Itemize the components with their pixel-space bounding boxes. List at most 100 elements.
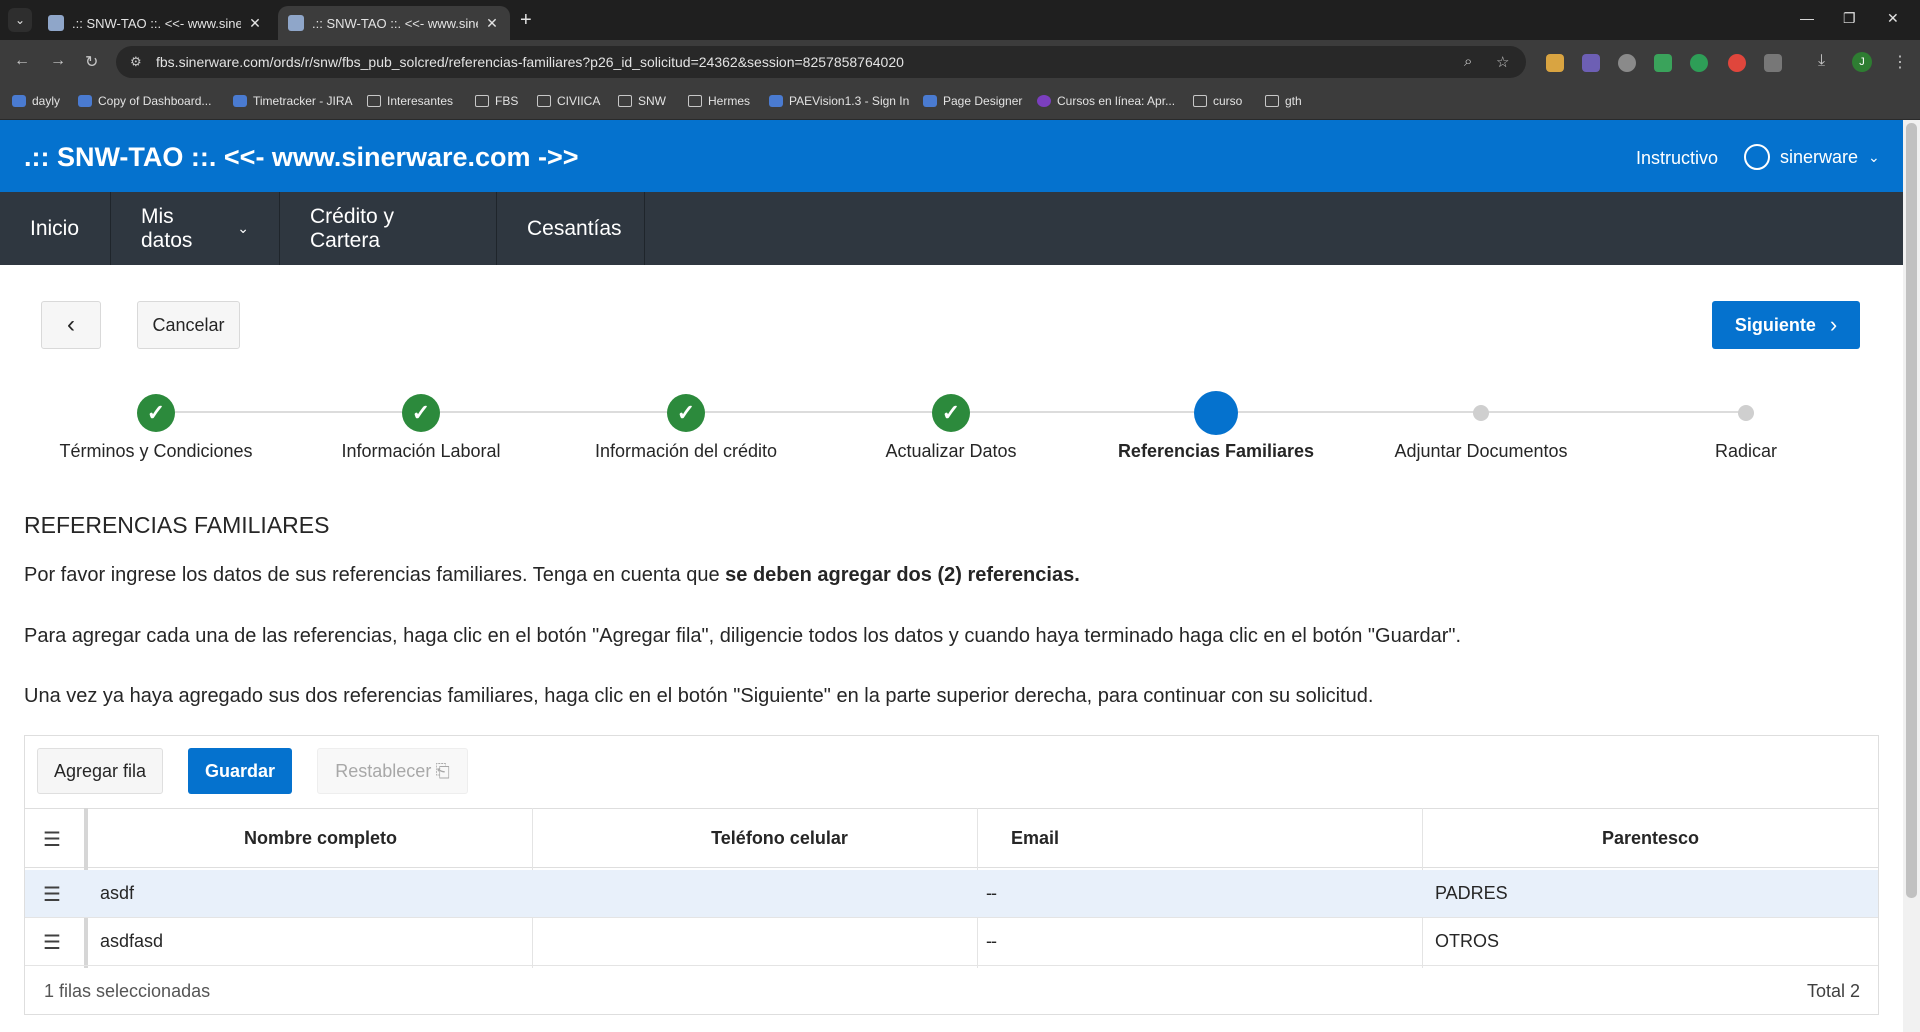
extension-icon[interactable] [1728, 54, 1746, 72]
forward-icon[interactable]: → [50, 52, 66, 70]
cell-telefono[interactable]: - [557, 870, 992, 917]
reload-icon[interactable]: ↻ [85, 52, 98, 72]
column-header-nombre[interactable]: Nombre completo [84, 809, 557, 867]
tab-search-icon[interactable]: ⌄ [8, 8, 32, 32]
user-icon [1744, 144, 1770, 170]
extension-icon[interactable] [1654, 54, 1672, 72]
bookmark-folder[interactable]: SNW [618, 94, 666, 108]
previous-button[interactable]: ‹ [41, 301, 101, 349]
profile-avatar[interactable]: J [1852, 52, 1872, 72]
chevron-down-icon: ⌄ [237, 220, 249, 236]
next-button[interactable]: Siguiente › [1712, 301, 1860, 349]
bookmark-favicon-icon [769, 95, 783, 107]
extension-icon[interactable] [1690, 54, 1708, 72]
back-icon[interactable]: ← [14, 52, 30, 70]
row-actions-menu-icon[interactable]: ☰ [42, 930, 62, 955]
bookmark-folder[interactable]: Interesantes [367, 94, 453, 108]
cell-parentesco[interactable]: PADRES [1435, 870, 1508, 917]
extension-icon[interactable] [1582, 54, 1600, 72]
folder-icon [475, 95, 489, 107]
extensions-puzzle-icon[interactable] [1764, 54, 1782, 72]
cell-telefono[interactable]: - [557, 918, 992, 965]
pending-step-marker [1738, 405, 1754, 421]
grid-footer: 1 filas seleccionadas Total 2 [25, 968, 1878, 1014]
bookmark-item[interactable]: PAEVision1.3 - Sign In [769, 94, 909, 108]
site-info-icon[interactable]: ⚙ [130, 54, 146, 70]
extension-icon[interactable] [1618, 54, 1636, 72]
wizard-step-radicar: Radicar [1636, 391, 1856, 461]
current-step-marker [1194, 391, 1238, 435]
main-menu: Inicio Mis datos ⌄ Crédito y Cartera Cesa… [0, 192, 1903, 265]
cell-parentesco[interactable]: OTROS [1435, 918, 1499, 965]
bookmark-star-icon[interactable]: ☆ [1496, 53, 1509, 71]
row-actions-menu-icon[interactable]: ☰ [42, 827, 62, 852]
bookmark-item[interactable]: Timetracker - JIRA [233, 94, 353, 108]
bookmark-item[interactable]: Cursos en línea: Apr... [1037, 94, 1175, 108]
close-tab-icon[interactable]: ✕ [247, 15, 263, 32]
cell-email[interactable]: - [991, 870, 997, 917]
tab-title: .:: SNW-TAO ::. <<- www.sinerw [72, 15, 241, 31]
download-icon[interactable]: ⤓ [1818, 52, 1825, 70]
minimize-icon[interactable]: — [1800, 10, 1814, 26]
column-header-email[interactable]: Email [1011, 809, 1441, 867]
wizard-step-info-laboral: ✓ Información Laboral [311, 391, 531, 461]
section-title: REFERENCIAS FAMILIARES [24, 512, 330, 538]
browser-tab-2[interactable]: .:: SNW-TAO ::. <<- www.sinerw ✕ [278, 6, 510, 40]
bookmark-favicon-icon [923, 95, 937, 107]
add-row-button[interactable]: Agregar fila [37, 748, 163, 794]
selected-rows-count: 1 filas seleccionadas [44, 980, 211, 1001]
browser-tab-bar: ⌄ .:: SNW-TAO ::. <<- www.sinerw ✕ .:: S… [0, 0, 1920, 40]
bookmark-folder[interactable]: gth [1265, 94, 1302, 108]
folder-icon [367, 95, 381, 107]
bookmark-folder[interactable]: curso [1193, 94, 1242, 108]
browser-menu-icon[interactable]: ⋮ [1892, 52, 1908, 72]
restore-icon[interactable]: ❐ [1843, 10, 1856, 27]
table-row[interactable]: ☰ asdfasd - - OTROS [25, 918, 1878, 966]
menu-item-mis-datos[interactable]: Mis datos ⌄ [111, 192, 280, 265]
bookmark-item[interactable]: Copy of Dashboard... [78, 94, 211, 108]
new-tab-icon[interactable]: + [520, 9, 532, 32]
cancel-button[interactable]: Cancelar [137, 301, 240, 349]
app-header: .:: SNW-TAO ::. <<- www.sinerware.com ->… [0, 120, 1903, 192]
column-header-telefono[interactable]: Teléfono celular [557, 809, 1002, 867]
user-menu[interactable]: sinerware ⌄ [1744, 144, 1880, 170]
row-actions-menu-icon[interactable]: ☰ [42, 882, 62, 907]
folder-icon [688, 95, 702, 107]
menu-item-inicio[interactable]: Inicio [0, 192, 111, 265]
cell-email[interactable]: - [991, 918, 997, 965]
tab-favicon-icon [288, 15, 304, 31]
menu-item-credito-cartera[interactable]: Crédito y Cartera [280, 192, 497, 265]
user-name: sinerware [1780, 146, 1859, 167]
instructivo-link[interactable]: Instructivo [1636, 148, 1718, 169]
cell-nombre[interactable]: asdf [100, 870, 134, 917]
bookmark-folder[interactable]: FBS [475, 94, 518, 108]
bookmark-favicon-icon [1037, 95, 1051, 107]
extension-icon[interactable] [1546, 54, 1564, 72]
browser-tab-1[interactable]: .:: SNW-TAO ::. <<- www.sinerw ✕ [38, 6, 273, 40]
bookmark-item[interactable]: Page Designer [923, 94, 1022, 108]
browser-address-bar: ← → ↻ ⚙ fbs.sinerware.com/ords/r/snw/fbs… [0, 40, 1920, 84]
pending-step-marker [1473, 405, 1489, 421]
bookmark-item[interactable]: dayly [12, 94, 60, 108]
instructions-paragraph-2: Para agregar cada una de las referencias… [24, 625, 1462, 647]
table-row[interactable]: ☰ asdf - - PADRES [25, 870, 1878, 918]
zoom-icon[interactable]: ⌕ [1464, 53, 1472, 70]
instructions-paragraph-3: Una vez ya haya agregado sus dos referen… [24, 685, 1374, 707]
app-title[interactable]: .:: SNW-TAO ::. <<- www.sinerware.com ->… [24, 142, 579, 173]
close-tab-icon[interactable]: ✕ [484, 15, 500, 32]
save-button[interactable]: Guardar [188, 748, 292, 794]
wizard-step-terminos: ✓ Términos y Condiciones [46, 391, 266, 461]
column-header-parentesco[interactable]: Parentesco [1423, 809, 1878, 867]
bookmark-folder[interactable]: CIVIICA [537, 94, 600, 108]
tab-favicon-icon [48, 15, 64, 31]
url-text: fbs.sinerware.com/ords/r/snw/fbs_pub_sol… [156, 54, 904, 70]
url-input[interactable]: ⚙ fbs.sinerware.com/ords/r/snw/fbs_pub_s… [116, 46, 1526, 78]
menu-item-cesantias[interactable]: Cesantías [497, 192, 645, 265]
reset-button[interactable]: Restablecer ⎗ [317, 748, 468, 794]
close-window-icon[interactable]: ✕ [1887, 10, 1899, 27]
folder-icon [537, 95, 551, 107]
bookmark-folder[interactable]: Hermes [688, 94, 750, 108]
cell-nombre[interactable]: asdfasd [100, 918, 163, 965]
scrollbar-thumb[interactable] [1906, 123, 1917, 898]
reset-icon: ⎗ [435, 760, 450, 781]
